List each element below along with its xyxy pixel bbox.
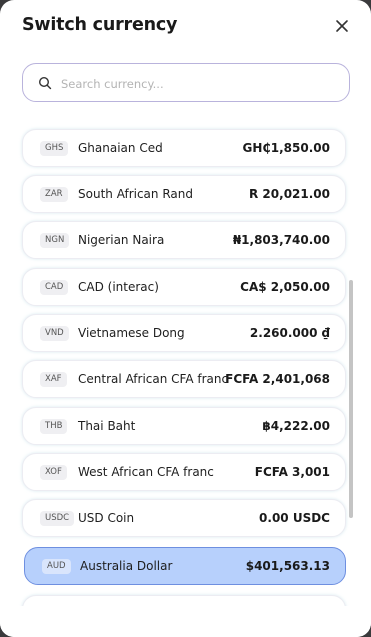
currency-amount: R 20,021.00 [249,187,330,201]
currency-row-vnd[interactable]: VND Vietnamese Dong 2.260.000 ₫ [22,314,346,352]
currency-amount: 2.260.000 ₫ [249,326,330,340]
currency-name: Nigerian Naira [78,233,165,247]
list-scrollbar[interactable] [349,280,353,518]
currency-row-thb[interactable]: THB Thai Baht ฿4,222.00 [22,407,346,445]
currency-code-badge: ZAR [40,187,68,202]
currency-row-ngn[interactable]: NGN Nigerian Naira ₦1,803,740.00 [22,221,346,259]
currency-row-partial[interactable] [22,595,346,606]
currency-row-xof[interactable]: XOF West African CFA franc FCFA 3,001 [22,453,346,491]
currency-code-badge: XAF [40,372,67,387]
currency-amount: ₦1,803,740.00 [232,233,330,247]
currency-code-badge: GHS [40,141,69,156]
currency-name: USD Coin [78,511,135,525]
currency-code-badge: CAD [40,280,69,295]
currency-amount: CA$ 2,050.00 [240,280,330,294]
close-icon[interactable] [333,17,351,35]
currency-name: CAD (interac) [78,280,159,294]
search-field[interactable] [22,63,350,102]
currency-row-aud-selected[interactable]: AUD Australia Dollar $401,563.13 [24,547,346,585]
currency-code-badge: USDC [40,511,75,526]
currency-row-usdc[interactable]: USDC USD Coin 0.00 USDC [22,499,346,537]
search-input[interactable] [59,72,343,96]
currency-name: Thai Baht [78,419,136,433]
currency-code-badge: AUD [42,559,71,574]
currency-name: Ghanaian Ced [78,141,163,155]
currency-code-badge: NGN [40,233,70,248]
currency-amount: ฿4,222.00 [262,419,330,433]
currency-name: West African CFA franc [78,465,214,479]
currency-amount: $401,563.13 [245,559,330,573]
currency-code-badge: XOF [40,465,67,480]
currency-code-badge: THB [40,419,68,434]
currency-row-xaf[interactable]: XAF Central African CFA franc FCFA 2,401… [22,360,346,398]
currency-name: Central African CFA franc [78,372,229,386]
currency-row-cad[interactable]: CAD CAD (interac) CA$ 2,050.00 [22,268,346,306]
currency-amount: FCFA 2,401,068 [225,372,330,386]
modal-title: Switch currency [22,15,178,35]
currency-list: GHS Ghanaian Ced GH₵1,850.00 ZAR South A… [0,124,371,606]
search-icon [38,76,52,90]
currency-row-zar[interactable]: ZAR South African Rand R 20,021.00 [22,175,346,213]
currency-amount: GH₵1,850.00 [242,141,330,155]
currency-name: South African Rand [78,187,193,201]
currency-name: Vietnamese Dong [78,326,185,340]
modal-footer [0,606,371,637]
currency-modal: Switch currency GHS Ghanaian Ced GH₵1,85… [0,0,371,637]
currency-row-ghs[interactable]: GHS Ghanaian Ced GH₵1,850.00 [22,129,346,167]
currency-amount: FCFA 3,001 [254,465,330,479]
currency-code-badge: VND [40,326,69,341]
currency-amount: 0.00 USDC [259,511,330,525]
currency-name: Australia Dollar [80,559,173,573]
